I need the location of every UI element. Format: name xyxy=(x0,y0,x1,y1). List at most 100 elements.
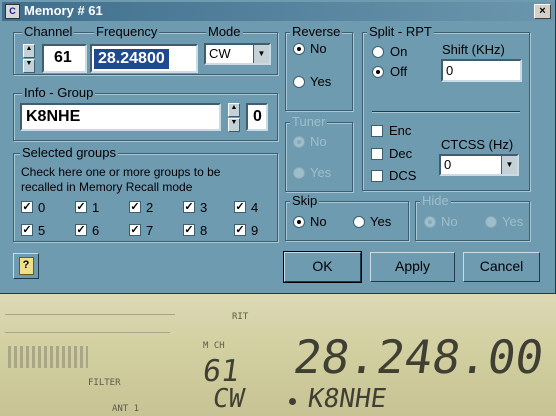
hide-yes-label: Yes xyxy=(502,214,524,229)
shift-label: Shift (KHz) xyxy=(442,42,505,57)
group-1-label: 1 xyxy=(92,200,100,215)
group-5-checkbox[interactable]: ✓ xyxy=(21,224,33,236)
mch-label: M CH xyxy=(203,341,225,351)
skip-label: Skip xyxy=(290,193,320,208)
tuner-no-label: No xyxy=(310,134,327,149)
s-meter-scale-2 xyxy=(5,332,170,333)
ctcss-label: CTCSS (Hz) xyxy=(441,137,514,152)
group-7-label: 7 xyxy=(146,223,154,238)
mode-value: CW xyxy=(209,46,231,61)
hide-yes-radio[interactable] xyxy=(485,216,497,228)
group-5-label: 5 xyxy=(38,223,46,238)
group-3-label: 3 xyxy=(200,200,208,215)
reverse-no-label: No xyxy=(310,41,327,56)
dec-label: Dec xyxy=(389,146,413,161)
filter-label: FILTER xyxy=(88,378,121,388)
tuner-yes-radio[interactable] xyxy=(293,167,305,179)
group-down-button[interactable]: ▼ xyxy=(228,118,240,132)
shift-input[interactable]: 0 xyxy=(441,59,522,82)
group-0-checkbox[interactable]: ✓ xyxy=(21,201,33,213)
group-input[interactable]: 0 xyxy=(246,103,268,131)
dcs-label: DCS xyxy=(389,168,417,183)
group-1-checkbox[interactable]: ✓ xyxy=(75,201,87,213)
group-6-label: 6 xyxy=(92,223,100,238)
reverse-no-radio[interactable] xyxy=(293,43,305,55)
group-2-checkbox[interactable]: ✓ xyxy=(129,201,141,213)
tuner-group: Tuner xyxy=(285,115,353,192)
tuner-label: Tuner xyxy=(290,114,328,129)
split-rpt-label: Split - RPT xyxy=(367,24,434,39)
s-meter-scale xyxy=(5,314,175,315)
radio-lcd-display: RIT M CH FILTER ANT 1 61 28.248.00 CW K8… xyxy=(0,294,556,416)
channel-down-button[interactable]: ▼ xyxy=(23,59,35,73)
skip-no-radio[interactable] xyxy=(293,216,305,228)
split-on-radio[interactable] xyxy=(372,46,384,58)
group-2-label: 2 xyxy=(146,200,154,215)
channel-input[interactable]: 61 xyxy=(42,44,87,73)
cancel-button[interactable]: Cancel xyxy=(463,252,540,282)
skip-yes-radio[interactable] xyxy=(353,216,365,228)
frequency-input[interactable]: 28.24800 xyxy=(90,44,198,73)
chevron-down-icon[interactable]: ▼ xyxy=(501,156,517,174)
enc-label: Enc xyxy=(389,123,412,138)
hide-no-radio[interactable] xyxy=(424,216,436,228)
group-6-checkbox[interactable]: ✓ xyxy=(75,224,87,236)
info-input[interactable]: K8NHE xyxy=(20,103,221,131)
hide-no-label: No xyxy=(441,214,458,229)
channel-up-button[interactable]: ▲ xyxy=(23,44,35,58)
group-4-checkbox[interactable]: ✓ xyxy=(234,201,246,213)
ok-button[interactable]: OK xyxy=(283,251,362,283)
group-7-checkbox[interactable]: ✓ xyxy=(129,224,141,236)
group-9-label: 9 xyxy=(251,223,259,238)
group-9-checkbox[interactable]: ✓ xyxy=(234,224,246,236)
selected-groups-label: Selected groups xyxy=(20,145,118,160)
selected-groups-description-line1: Check here one or more groups to be xyxy=(21,165,221,179)
tuner-yes-label: Yes xyxy=(310,165,332,180)
split-on-label: On xyxy=(390,44,408,59)
app-icon[interactable]: C xyxy=(5,4,20,19)
ant-label: ANT 1 xyxy=(112,404,140,414)
apply-button[interactable]: Apply xyxy=(370,252,455,282)
mode-label: Mode xyxy=(206,24,243,39)
reverse-yes-radio[interactable] xyxy=(293,76,305,88)
ctcss-select[interactable]: 0 ▼ xyxy=(439,154,519,176)
reverse-label: Reverse xyxy=(290,24,343,39)
enc-checkbox[interactable] xyxy=(371,125,383,137)
help-button[interactable]: ? xyxy=(13,253,39,279)
channel-label: Channel xyxy=(22,24,75,39)
memory-dialog: C Memory # 61 × Channel Frequency Mode ▲… xyxy=(0,0,556,294)
chevron-down-icon[interactable]: ▼ xyxy=(253,45,269,63)
info-group-label: Info - Group xyxy=(22,85,96,100)
rit-label: RIT xyxy=(232,312,249,322)
window-title: Memory # 61 xyxy=(24,3,103,18)
skip-no-label: No xyxy=(310,214,327,229)
help-icon: ? xyxy=(18,257,34,276)
selected-groups-description-line2: recalled in Memory Recall mode xyxy=(21,180,193,194)
group-3-checkbox[interactable]: ✓ xyxy=(183,201,195,213)
lcd-frequency: 28.248.00 xyxy=(290,330,548,384)
dcs-checkbox[interactable] xyxy=(371,170,383,182)
split-divider xyxy=(372,111,520,112)
lcd-mode: CW xyxy=(210,384,247,414)
split-off-radio[interactable] xyxy=(372,66,384,78)
skip-yes-label: Yes xyxy=(370,214,392,229)
group-8-label: 8 xyxy=(200,223,208,238)
s-meter-bars xyxy=(8,346,88,368)
close-button[interactable]: × xyxy=(534,4,551,19)
frequency-value: 28.24800 xyxy=(94,49,169,69)
tuner-no-radio[interactable] xyxy=(293,136,305,148)
lcd-memo-name: K8NHE xyxy=(305,384,389,414)
reverse-yes-label: Yes xyxy=(310,74,332,89)
title-bar: C Memory # 61 × xyxy=(2,2,554,21)
lcd-dot xyxy=(289,398,296,405)
group-8-checkbox[interactable]: ✓ xyxy=(183,224,195,236)
mode-select[interactable]: CW ▼ xyxy=(204,43,271,65)
dec-checkbox[interactable] xyxy=(371,148,383,160)
group-0-label: 0 xyxy=(38,200,46,215)
group-up-button[interactable]: ▲ xyxy=(228,103,240,117)
group-4-label: 4 xyxy=(251,200,259,215)
ctcss-value: 0 xyxy=(444,157,452,172)
hide-label: Hide xyxy=(420,193,451,208)
split-off-label: Off xyxy=(390,64,408,79)
frequency-label: Frequency xyxy=(94,24,160,39)
